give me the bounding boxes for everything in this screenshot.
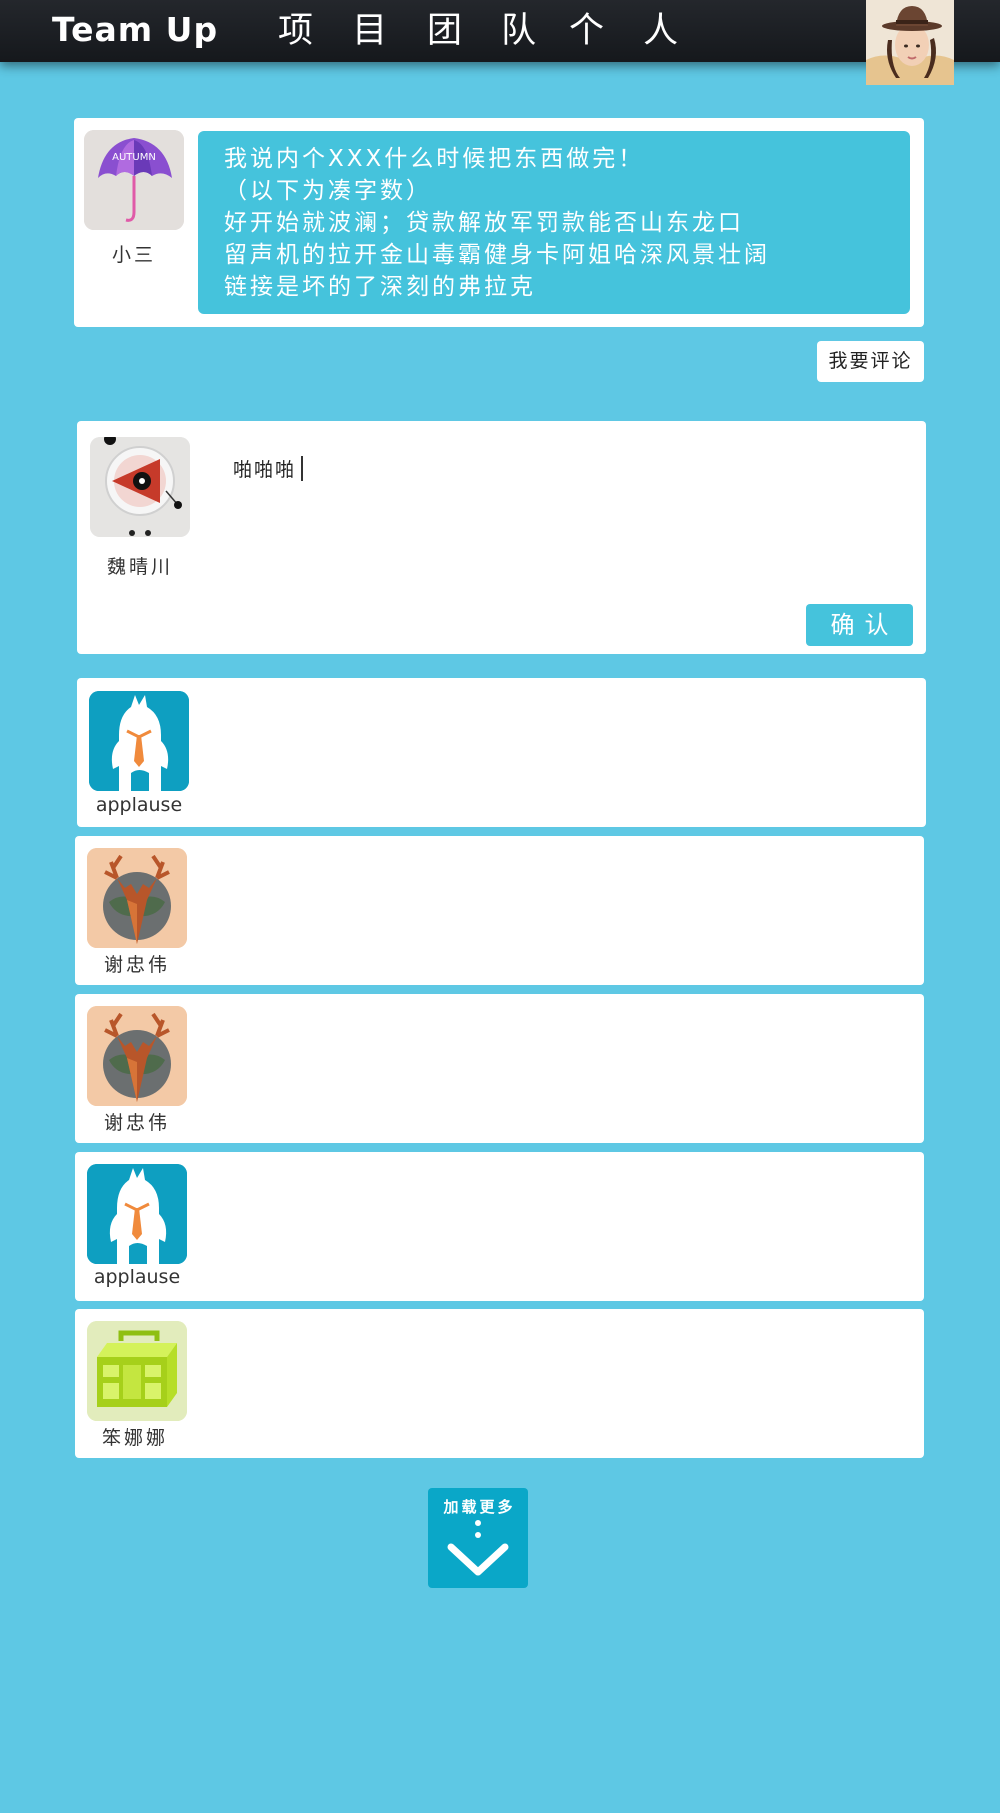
deer-avatar-icon — [87, 1006, 187, 1106]
compose-user-name[interactable]: 魏晴川 — [80, 552, 200, 579]
woman-hat-avatar-icon — [866, 0, 954, 85]
confirm-button[interactable]: 确认 — [806, 604, 913, 646]
app-logo[interactable]: Team Up — [52, 10, 218, 50]
post-line: 我说内个XXX什么时候把东西做完！ — [224, 146, 645, 172]
boombox-avatar-icon — [87, 1321, 187, 1421]
deer-avatar-icon — [87, 848, 187, 948]
commenter-avatar[interactable] — [89, 691, 189, 791]
commenter-avatar[interactable] — [87, 1321, 187, 1421]
commenter-name[interactable]: 谢忠伟 — [77, 950, 197, 977]
white-monster-tie-avatar-icon — [89, 691, 189, 791]
load-more-button[interactable]: 加载更多 — [428, 1488, 528, 1588]
write-comment-button[interactable]: 我要评论 — [817, 341, 924, 382]
post-author-avatar[interactable]: AUTUMN — [84, 130, 184, 230]
svg-text:AUTUMN: AUTUMN — [112, 152, 156, 163]
white-monster-tie-avatar-icon — [87, 1164, 187, 1264]
post-line: 好开始就波澜；贷款解放军罚款能否山东龙口 — [224, 210, 744, 236]
comment-card: 谢忠伟 — [75, 994, 924, 1143]
comment-card: 谢忠伟 — [75, 836, 924, 985]
commenter-name[interactable]: 笨娜娜 — [75, 1423, 195, 1450]
commenter-name[interactable]: applause — [79, 794, 199, 816]
comment-input[interactable] — [233, 451, 893, 485]
nav-personal[interactable]: 个 人 — [569, 10, 692, 52]
commenter-avatar[interactable] — [87, 848, 187, 948]
autumn-umbrella-avatar-icon: AUTUMN — [84, 130, 184, 230]
triangle-eye-avatar-icon — [90, 437, 190, 537]
nav-team[interactable]: 团 队 — [427, 10, 550, 52]
commenter-name[interactable]: 谢忠伟 — [77, 1108, 197, 1135]
post-card: AUTUMN 小三 我说内个XXX什么时候把东西做完！ （以下为凑字数） 好开始… — [74, 118, 924, 327]
post-message-bubble: 我说内个XXX什么时候把东西做完！ （以下为凑字数） 好开始就波澜；贷款解放军罚… — [198, 131, 910, 314]
comment-card: applause — [75, 1152, 924, 1301]
text-caret — [301, 456, 303, 481]
post-line: 链接是坏的了深刻的弗拉克 — [224, 274, 536, 300]
commenter-avatar[interactable] — [87, 1006, 187, 1106]
post-line: （以下为凑字数） — [224, 178, 432, 204]
commenter-name[interactable]: applause — [77, 1266, 197, 1288]
comment-card: applause — [77, 678, 926, 827]
current-user-avatar[interactable] — [866, 0, 954, 85]
post-line: 留声机的拉开金山毒霸健身卡阿姐哈深风景壮阔 — [224, 242, 770, 268]
comment-card: 笨娜娜 — [75, 1309, 924, 1458]
post-author-name[interactable]: 小三 — [74, 240, 194, 267]
top-nav-bar: Team Up 项 目 团 队 个 人 — [0, 0, 1000, 62]
nav-project[interactable]: 项 目 — [278, 10, 401, 52]
compose-user-avatar[interactable] — [90, 437, 190, 537]
commenter-avatar[interactable] — [87, 1164, 187, 1264]
chevron-down-icon — [447, 1520, 509, 1576]
